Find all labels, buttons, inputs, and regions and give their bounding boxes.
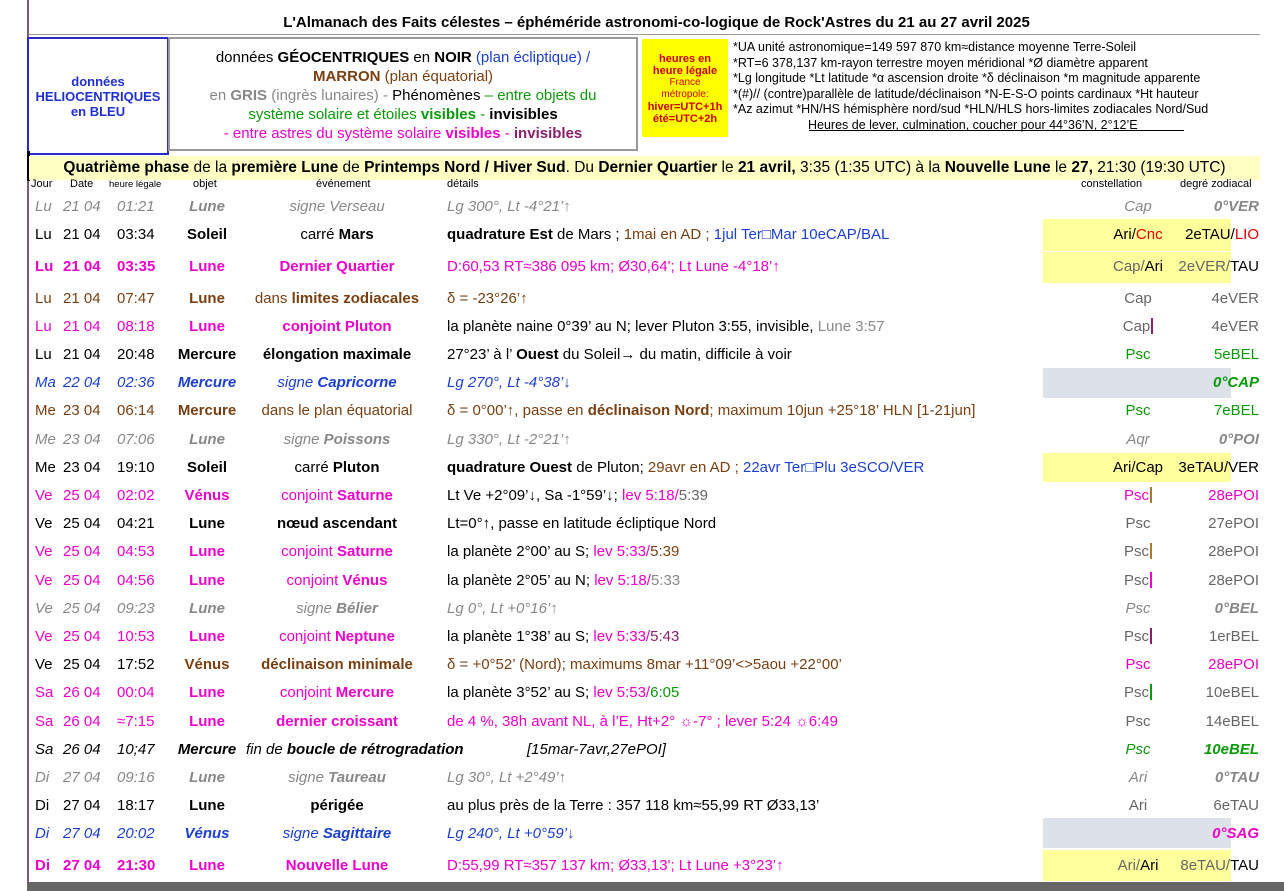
- legend-line: *RT=6 378,137 km-rayon terrestre moyen m…: [733, 55, 1148, 70]
- visibility-marker: [1150, 572, 1152, 588]
- pluto-visibility-marker: [1151, 318, 1154, 334]
- title-divider: [29, 34, 1260, 35]
- legend-line: *(#)// (contre)parallèle de latitude/déc…: [733, 86, 1199, 101]
- header-details: détails: [447, 178, 479, 190]
- visibility-marker: [1150, 487, 1152, 503]
- visibility-marker: [1150, 543, 1152, 559]
- geo-line-1: données GÉOCENTRIQUES en NOIR (plan écli…: [215, 49, 591, 66]
- heliocentric-legend-box: données HELIOCENTRIQUES en BLEU: [27, 37, 169, 155]
- geo-line-5: - entre astres du système solaire visibl…: [223, 125, 583, 142]
- legend-line: *UA unité astronomique=149 597 870 km≈di…: [733, 40, 1137, 54]
- legend-underline: [809, 130, 1184, 131]
- lunar-phase-banner: Quatrième phase de la première Lune de P…: [29, 156, 1260, 180]
- visibility-marker: [1150, 684, 1152, 700]
- page-title: L'Almanach des Faits célestes – éphéméri…: [283, 14, 1030, 31]
- header-jour: Jour: [31, 178, 53, 190]
- header-heure: heure légale: [109, 179, 162, 190]
- helio-line-1: données: [71, 73, 125, 89]
- geo-line-3: en GRIS (ingrès lunaires) - Phénomènes –…: [209, 87, 597, 104]
- header-evenement: événement: [316, 178, 371, 190]
- visibility-marker: [1150, 628, 1152, 644]
- legend-line: *Lg longitude *Lt latitude *α ascension …: [733, 71, 1201, 85]
- header-objet: objet: [193, 178, 217, 190]
- helio-line-2: HELIOCENTRIQUES: [35, 88, 161, 104]
- geo-line-4: système solaire et étoiles visibles - in…: [248, 106, 558, 123]
- legal-time-note: heures en heure légale France métropole:…: [642, 39, 728, 137]
- header-constellation: constellation: [1081, 178, 1143, 190]
- geocentric-legend-box: données GÉOCENTRIQUES en NOIR (plan écli…: [168, 37, 638, 151]
- header-date: Date: [70, 178, 94, 190]
- bottom-border: [27, 882, 1284, 891]
- legend-line: *Az azimut *HN/HS hémisphère nord/sud *H…: [733, 102, 1209, 116]
- abbreviations-legend: *UA unité astronomique=149 597 870 km≈di…: [733, 40, 1263, 133]
- header-degre: degré zodiacal: [1180, 178, 1252, 190]
- geo-line-2: MARRON (plan équatorial): [312, 68, 494, 85]
- helio-line-3: en BLEU: [70, 103, 126, 119]
